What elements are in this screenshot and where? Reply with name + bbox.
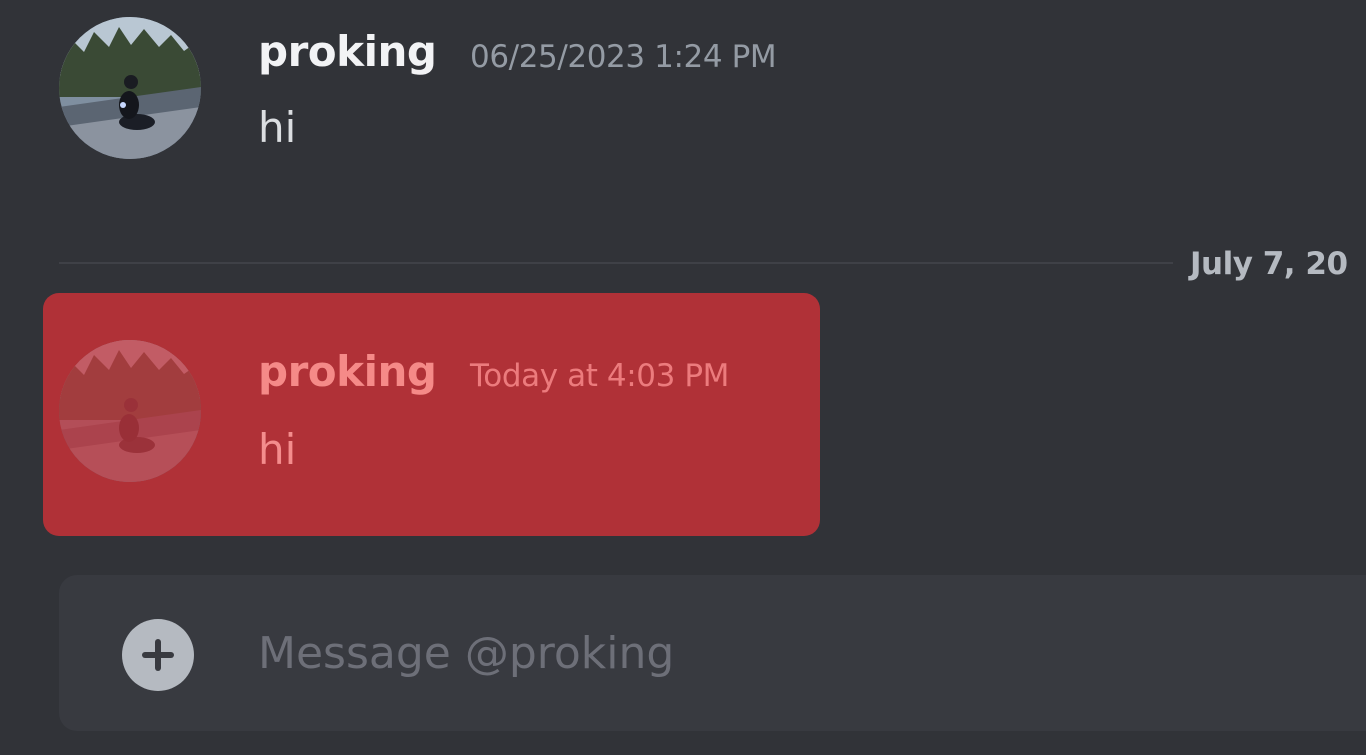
user-avatar[interactable] bbox=[59, 340, 201, 482]
date-divider-label: July 7, 20 bbox=[1190, 246, 1348, 282]
divider-line bbox=[59, 262, 1173, 264]
message-timestamp: Today at 4:03 PM bbox=[470, 358, 730, 394]
plus-circle-icon[interactable] bbox=[122, 619, 194, 691]
message-author[interactable]: proking bbox=[258, 27, 437, 77]
avatar-image bbox=[59, 17, 201, 159]
user-avatar[interactable] bbox=[59, 17, 201, 159]
message-content: hi bbox=[258, 103, 297, 152]
message-author[interactable]: proking bbox=[258, 347, 437, 397]
message-content: hi bbox=[258, 425, 297, 474]
message-input[interactable] bbox=[258, 622, 1348, 684]
message-timestamp: 06/25/2023 1:24 PM bbox=[470, 39, 777, 75]
avatar-image bbox=[59, 340, 201, 482]
chat-messages-area: proking 06/25/2023 1:24 PM hi July 7, 20… bbox=[0, 0, 1366, 755]
